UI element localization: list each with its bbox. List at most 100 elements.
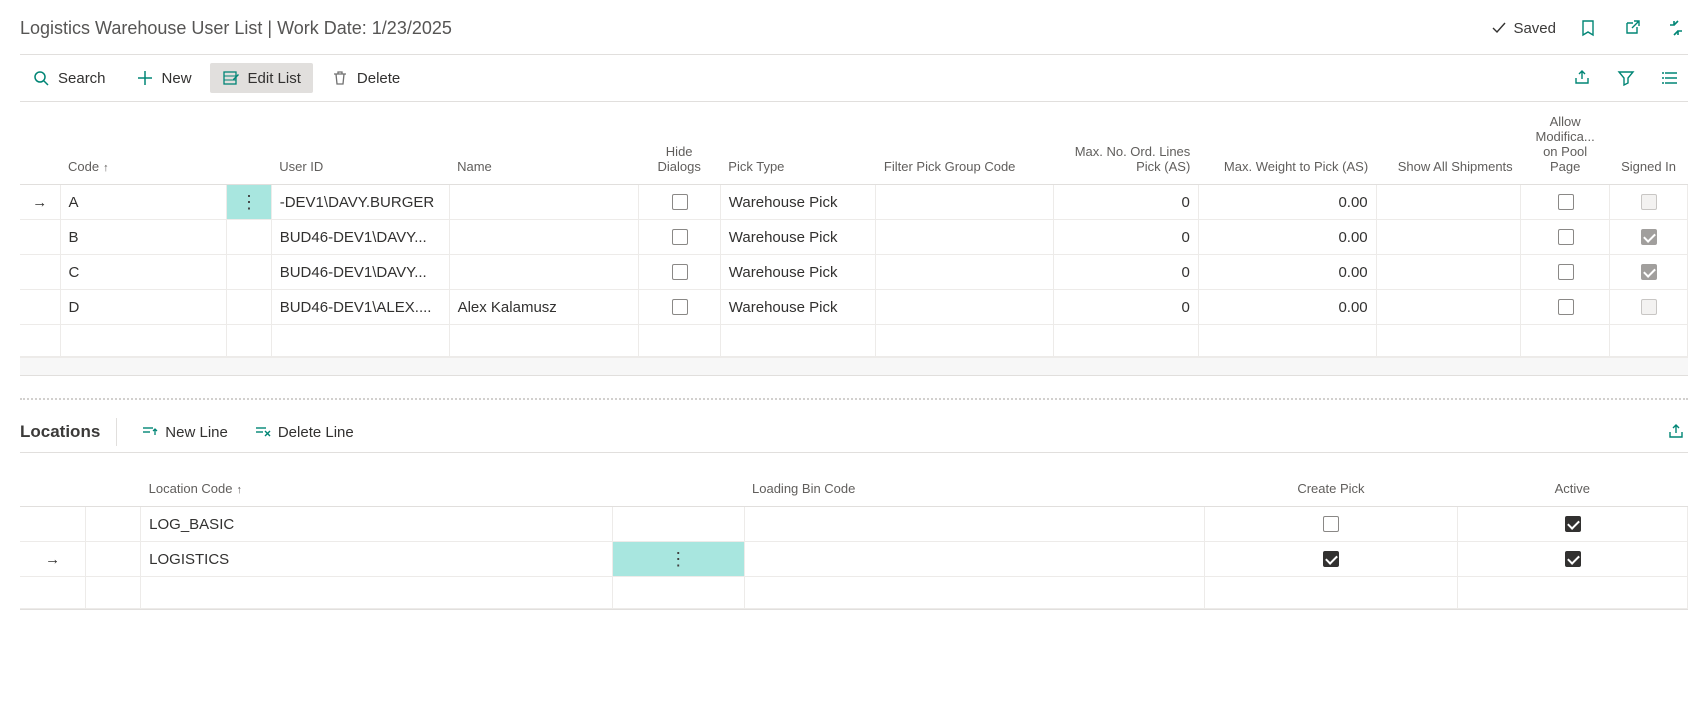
col-signed-in[interactable]: Signed In <box>1610 106 1688 185</box>
cell-hide-dialogs[interactable] <box>638 290 720 325</box>
cell-allow-modifica[interactable] <box>1521 220 1610 255</box>
empty-cell[interactable] <box>227 325 271 357</box>
search-button[interactable]: Search <box>20 63 118 93</box>
cell-allow-modifica[interactable] <box>1521 290 1610 325</box>
locations-share-icon[interactable] <box>1664 420 1688 444</box>
cell-signed-in[interactable] <box>1610 255 1688 290</box>
share-icon[interactable] <box>1570 66 1594 90</box>
cell-name[interactable] <box>449 220 638 255</box>
cell-create-pick[interactable] <box>1205 542 1457 577</box>
cell-active[interactable] <box>1457 507 1687 542</box>
cell-code[interactable]: D <box>60 290 227 325</box>
cell-max-weight[interactable]: 0.00 <box>1198 255 1376 290</box>
cell-user-id[interactable]: BUD46-DEV1\DAVY... <box>271 220 449 255</box>
allow-modifica-checkbox[interactable] <box>1558 264 1574 280</box>
cell-name[interactable] <box>449 255 638 290</box>
empty-cell[interactable] <box>720 325 876 357</box>
create-pick-checkbox[interactable] <box>1323 516 1339 532</box>
cell-max-weight[interactable]: 0.00 <box>1198 220 1376 255</box>
cell-loading-bin[interactable] <box>744 507 1205 542</box>
table-row-empty[interactable] <box>20 325 1688 357</box>
empty-cell[interactable] <box>271 325 449 357</box>
cell-name[interactable]: Alex Kalamusz <box>449 290 638 325</box>
row-menu-button[interactable] <box>86 542 141 577</box>
empty-cell[interactable] <box>638 325 720 357</box>
users-grid[interactable]: Code↑ User ID Name Hide Dialogs Pick Typ… <box>20 106 1688 357</box>
empty-cell[interactable] <box>744 577 1205 609</box>
table-row[interactable]: LOG_BASIC <box>20 507 1688 542</box>
empty-cell[interactable] <box>141 577 613 609</box>
loc-col-create-pick[interactable]: Create Pick <box>1205 457 1457 507</box>
active-checkbox[interactable] <box>1565 516 1581 532</box>
table-row[interactable]: →A⋮-DEV1\DAVY.BURGERWarehouse Pick00.00 <box>20 185 1688 220</box>
table-row[interactable]: →LOGISTICS⋮ <box>20 542 1688 577</box>
col-pick-type[interactable]: Pick Type <box>720 106 876 185</box>
cell-hide-dialogs[interactable] <box>638 255 720 290</box>
table-row[interactable]: CBUD46-DEV1\DAVY...Warehouse Pick00.00 <box>20 255 1688 290</box>
col-filter-pick-group[interactable]: Filter Pick Group Code <box>876 106 1054 185</box>
empty-cell[interactable] <box>1198 325 1376 357</box>
cell-filter-group[interactable] <box>876 255 1054 290</box>
loc-col-location-code[interactable]: Location Code↑ <box>141 457 613 507</box>
table-row-empty[interactable] <box>20 577 1688 609</box>
locations-grid[interactable]: Location Code↑ Loading Bin Code Create P… <box>20 457 1688 609</box>
cell-hide-dialogs[interactable] <box>638 185 720 220</box>
cell-max-lines[interactable]: 0 <box>1054 290 1199 325</box>
bookmark-icon[interactable] <box>1576 16 1600 40</box>
hide-dialogs-checkbox[interactable] <box>672 229 688 245</box>
table-row[interactable]: DBUD46-DEV1\ALEX....Alex KalamuszWarehou… <box>20 290 1688 325</box>
empty-cell[interactable] <box>1610 325 1688 357</box>
cell-loading-bin[interactable] <box>744 542 1205 577</box>
row-menu-button[interactable] <box>227 255 271 290</box>
row-menu-button[interactable]: ⋮ <box>227 185 271 220</box>
active-checkbox[interactable] <box>1565 551 1581 567</box>
empty-cell[interactable] <box>1521 325 1610 357</box>
col-allow-modifica[interactable]: Allow Modifica... on Pool Page <box>1521 106 1610 185</box>
cell-max-weight[interactable]: 0.00 <box>1198 290 1376 325</box>
new-line-button[interactable]: New Line <box>133 419 236 445</box>
loc-col-active[interactable]: Active <box>1457 457 1687 507</box>
col-user-id[interactable]: User ID <box>271 106 449 185</box>
empty-cell[interactable] <box>20 325 60 357</box>
cell-filter-group[interactable] <box>876 185 1054 220</box>
col-hide-dialogs[interactable]: Hide Dialogs <box>638 106 720 185</box>
col-name[interactable]: Name <box>449 106 638 185</box>
cell-location-code[interactable]: LOG_BASIC <box>141 507 613 542</box>
row-menu-button[interactable] <box>227 220 271 255</box>
hide-dialogs-checkbox[interactable] <box>672 194 688 210</box>
filter-icon[interactable] <box>1614 66 1638 90</box>
cell-signed-in[interactable] <box>1610 185 1688 220</box>
col-max-weight[interactable]: Max. Weight to Pick (AS) <box>1198 106 1376 185</box>
cell-active[interactable] <box>1457 542 1687 577</box>
empty-cell[interactable] <box>1054 325 1199 357</box>
cell-filter-group[interactable] <box>876 220 1054 255</box>
cell-user-id[interactable]: BUD46-DEV1\DAVY... <box>271 255 449 290</box>
empty-cell[interactable] <box>612 577 744 609</box>
empty-cell[interactable] <box>1205 577 1457 609</box>
cell-show-shipments[interactable] <box>1376 220 1521 255</box>
cell-code[interactable]: B <box>60 220 227 255</box>
hide-dialogs-checkbox[interactable] <box>672 299 688 315</box>
allow-modifica-checkbox[interactable] <box>1558 194 1574 210</box>
cell-max-lines[interactable]: 0 <box>1054 220 1199 255</box>
cell-max-weight[interactable]: 0.00 <box>1198 185 1376 220</box>
empty-cell[interactable] <box>876 325 1054 357</box>
table-row[interactable]: B BUD46-DEV1\DAVY... Warehouse Pick 00.00 <box>20 220 1688 255</box>
cell-user-id[interactable]: BUD46-DEV1\ALEX.... <box>271 290 449 325</box>
cell-code[interactable]: C <box>60 255 227 290</box>
empty-cell[interactable] <box>20 577 86 609</box>
allow-modifica-checkbox[interactable] <box>1558 229 1574 245</box>
cell-pick-type[interactable]: Warehouse Pick <box>720 220 876 255</box>
popout-icon[interactable] <box>1620 16 1644 40</box>
col-code[interactable]: Code↑ <box>60 106 227 185</box>
cell-allow-modifica[interactable] <box>1521 185 1610 220</box>
empty-cell[interactable] <box>1376 325 1521 357</box>
cell-extra[interactable]: ⋮ <box>612 542 744 577</box>
collapse-icon[interactable] <box>1664 16 1688 40</box>
cell-max-lines[interactable]: 0 <box>1054 185 1199 220</box>
cell-code[interactable]: A <box>60 185 227 220</box>
delete-line-button[interactable]: Delete Line <box>246 419 362 445</box>
new-button[interactable]: New <box>124 63 204 93</box>
cell-show-shipments[interactable] <box>1376 185 1521 220</box>
cell-name[interactable] <box>449 185 638 220</box>
